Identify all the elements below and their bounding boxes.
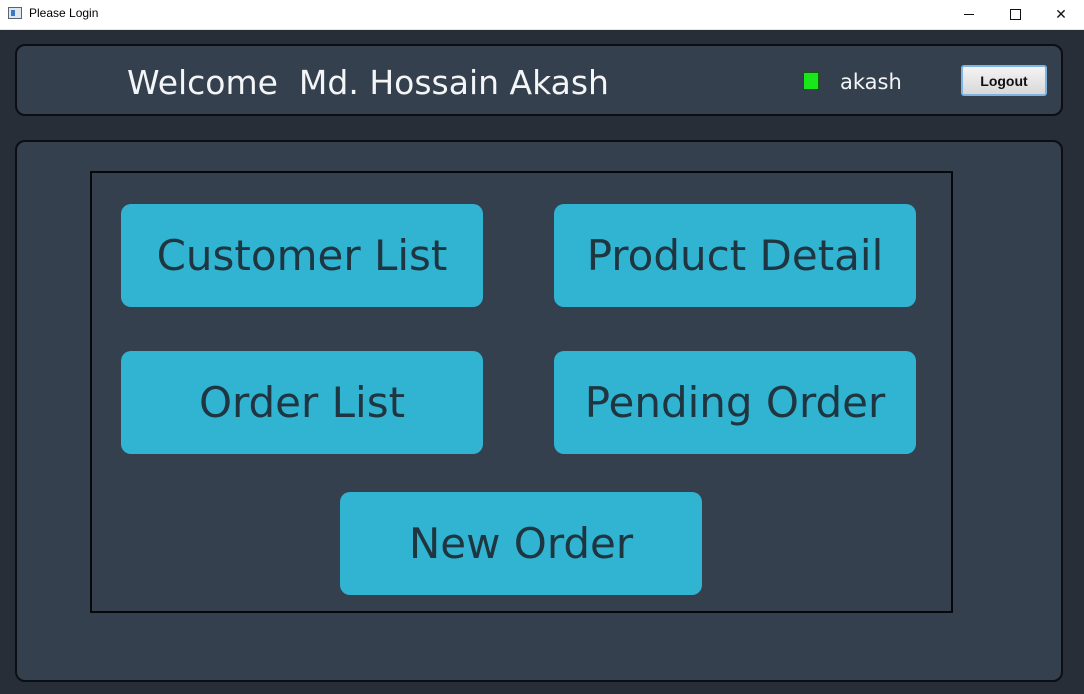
close-icon: ✕ [1055,6,1067,23]
online-status-icon [803,72,819,90]
welcome-text: Welcome Md. Hossain Akash [127,63,609,102]
logout-button[interactable]: Logout [961,65,1047,96]
order-list-button[interactable]: Order List [121,351,483,454]
menu-frame: Customer List Product Detail Order List … [90,171,953,613]
window-title: Please Login [29,6,99,20]
close-button[interactable]: ✕ [1038,0,1084,29]
minimize-button[interactable] [946,0,992,29]
window-titlebar: Please Login ✕ [0,0,1084,30]
new-order-button[interactable]: New Order [340,492,702,595]
minimize-icon [964,14,974,15]
pending-order-button[interactable]: Pending Order [554,351,916,454]
customer-list-button[interactable]: Customer List [121,204,483,307]
product-detail-button[interactable]: Product Detail [554,204,916,307]
maximize-button[interactable] [992,0,1038,29]
app-icon [8,7,22,19]
maximize-icon [1009,9,1021,20]
main-panel: Customer List Product Detail Order List … [15,140,1063,682]
header-panel: Welcome Md. Hossain Akash akash Logout [15,44,1063,116]
username-label: akash [840,70,902,94]
